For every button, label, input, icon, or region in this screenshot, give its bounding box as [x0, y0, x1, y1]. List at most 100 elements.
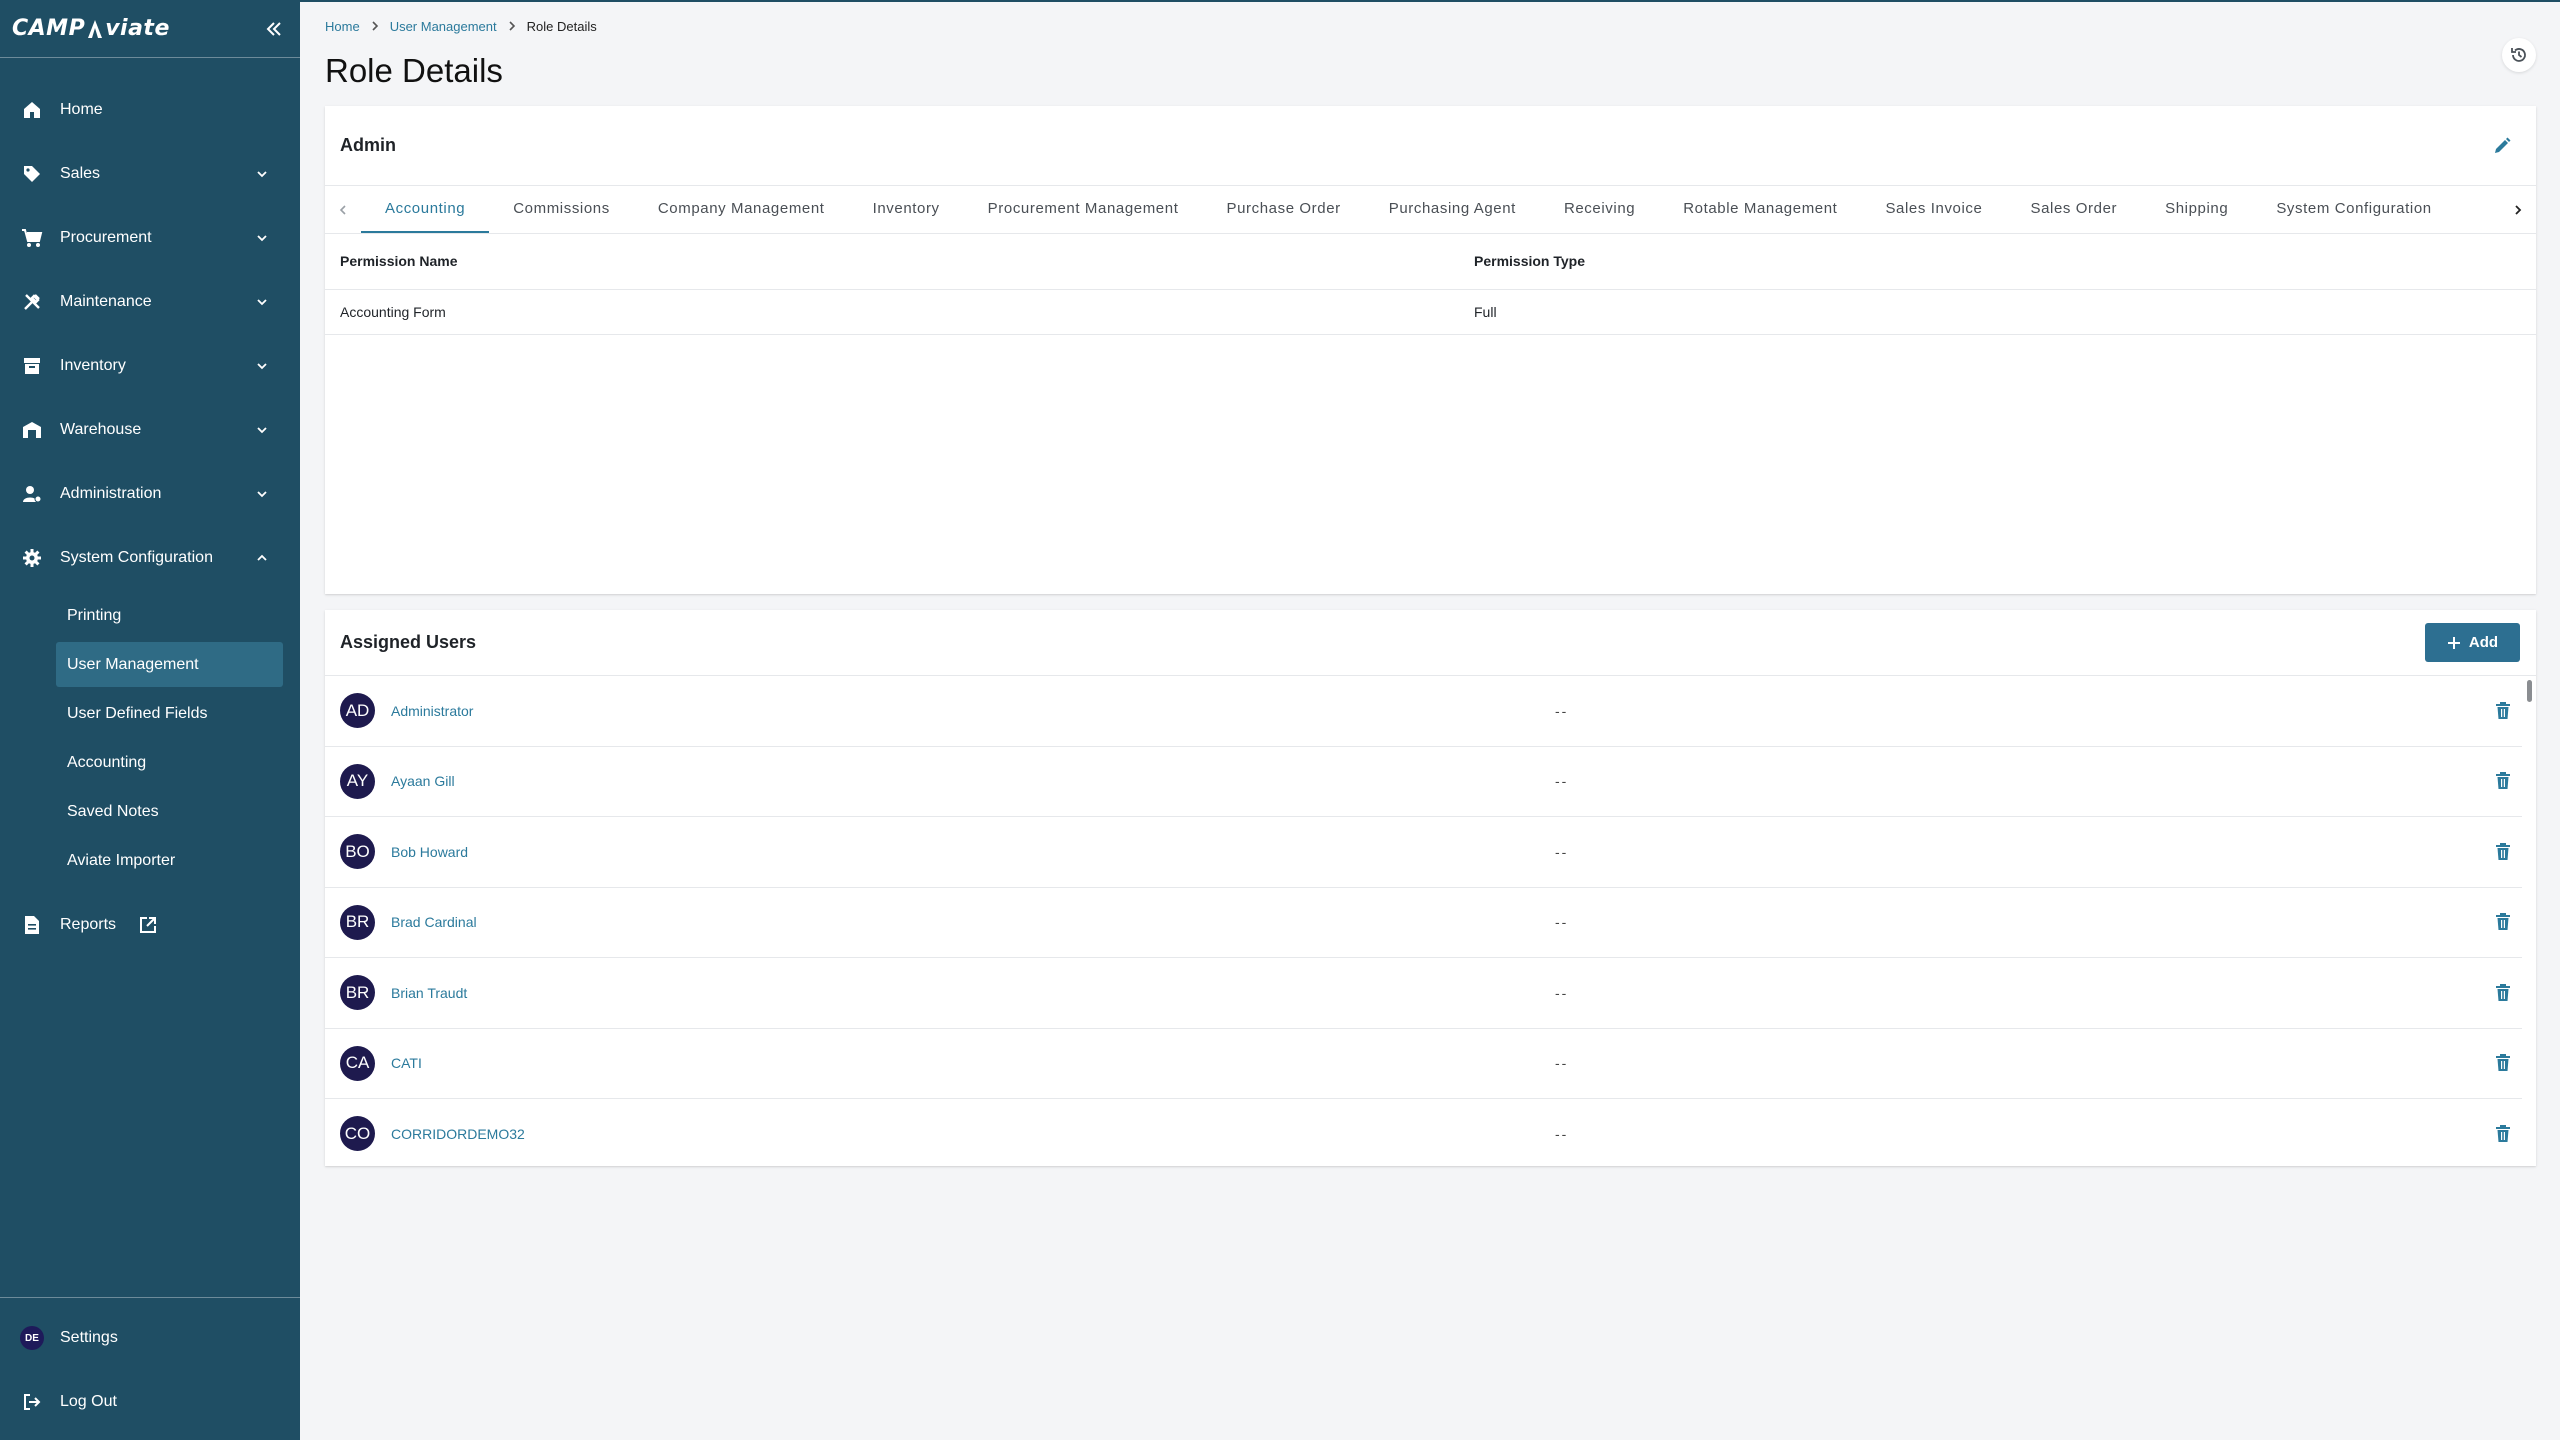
- sidebar-item-logout[interactable]: Log Out: [0, 1370, 300, 1434]
- user-name-link[interactable]: Bob Howard: [391, 844, 1555, 860]
- logo-text-right: viate: [105, 16, 170, 41]
- double-chevron-left-icon: [266, 21, 281, 36]
- tab-sales-invoice[interactable]: Sales Invoice: [1861, 186, 2006, 233]
- user-name-link[interactable]: Administrator: [391, 703, 1555, 719]
- plus-icon: [2447, 636, 2460, 649]
- tools-icon: [20, 290, 44, 314]
- user-secondary-value: --: [1555, 984, 1569, 1001]
- user-name-link[interactable]: Brian Traudt: [391, 985, 1555, 1001]
- permissions-table: Permission Name Permission Type Accounti…: [325, 234, 2536, 335]
- sidebar-footer: DE Settings Log Out: [0, 1297, 300, 1440]
- permission-name-cell: Accounting Form: [325, 289, 1459, 335]
- breadcrumb: Home User Management Role Details: [325, 18, 597, 34]
- submenu-item-printing[interactable]: Printing: [56, 593, 283, 638]
- user-secondary-value: --: [1555, 702, 1569, 719]
- tab-system-configuration[interactable]: System Configuration: [2252, 186, 2455, 233]
- sidebar-item-system-configuration[interactable]: System Configuration: [0, 526, 300, 590]
- submenu-item-accounting[interactable]: Accounting: [56, 740, 283, 785]
- user-name-link[interactable]: CORRIDORDEMO32: [391, 1126, 1555, 1142]
- user-secondary-value: --: [1555, 1055, 1569, 1072]
- sidebar-item-label: Warehouse: [60, 421, 142, 438]
- submenu-item-user-management[interactable]: User Management: [56, 642, 283, 687]
- history-button[interactable]: [2502, 38, 2536, 72]
- tab-sales-order[interactable]: Sales Order: [2006, 186, 2141, 233]
- tabs-scroll-left-button[interactable]: [325, 186, 361, 233]
- delete-user-button[interactable]: [2492, 982, 2514, 1004]
- assigned-users-header: Assigned Users Add: [325, 610, 2536, 676]
- main-content: Home User Management Role Details Role D…: [300, 0, 2560, 1440]
- breadcrumb-user-management[interactable]: User Management: [390, 19, 497, 34]
- edit-role-button[interactable]: [2488, 132, 2516, 160]
- app-logo[interactable]: CAMP viate: [12, 16, 170, 41]
- tabs-scroll-right-button[interactable]: [2500, 186, 2536, 233]
- user-name-link[interactable]: Brad Cardinal: [391, 914, 1555, 930]
- column-header-permission-name: Permission Name: [325, 234, 1459, 290]
- tabs-list: Accounting Commissions Company Managemen…: [361, 186, 2500, 233]
- sidebar-item-administration[interactable]: Administration: [0, 462, 300, 526]
- tab-receiving[interactable]: Receiving: [1540, 186, 1659, 233]
- chevron-down-icon: [254, 230, 270, 246]
- sidebar: CAMP viate Home Sales Procurement Mainte…: [0, 0, 300, 1440]
- delete-user-button[interactable]: [2492, 1123, 2514, 1145]
- chevron-down-icon: [254, 294, 270, 310]
- sidebar-item-reports[interactable]: Reports: [0, 893, 300, 957]
- submenu-item-user-defined-fields[interactable]: User Defined Fields: [56, 691, 283, 736]
- add-user-button[interactable]: Add: [2425, 623, 2520, 662]
- trash-icon: [2496, 842, 2510, 860]
- delete-user-button[interactable]: [2492, 911, 2514, 933]
- role-name: Admin: [340, 135, 396, 155]
- tag-icon: [20, 162, 44, 186]
- sidebar-item-settings[interactable]: DE Settings: [0, 1306, 300, 1370]
- tab-rotable-management[interactable]: Rotable Management: [1659, 186, 1861, 233]
- tab-accounting[interactable]: Accounting: [361, 186, 490, 233]
- delete-user-button[interactable]: [2492, 841, 2514, 863]
- delete-user-button[interactable]: [2492, 1052, 2514, 1074]
- sidebar-item-procurement[interactable]: Procurement: [0, 206, 300, 270]
- sidebar-item-home[interactable]: Home: [0, 78, 300, 142]
- sidebar-item-sales[interactable]: Sales: [0, 142, 300, 206]
- list-item: BR Brad Cardinal --: [325, 888, 2522, 958]
- submenu-item-saved-notes[interactable]: Saved Notes: [56, 789, 283, 834]
- avatar: BR: [340, 975, 375, 1011]
- user-name-link[interactable]: CATI: [391, 1055, 1555, 1071]
- chevron-up-icon: [254, 550, 270, 566]
- sidebar-item-label: Settings: [60, 1329, 118, 1346]
- users-list-scrollbar[interactable]: [2527, 680, 2532, 702]
- warehouse-icon: [20, 418, 44, 442]
- tab-shipping[interactable]: Shipping: [2141, 186, 2252, 233]
- tab-purchase-order[interactable]: Purchase Order: [1202, 186, 1364, 233]
- trash-icon: [2496, 913, 2510, 931]
- sidebar-item-warehouse[interactable]: Warehouse: [0, 398, 300, 462]
- sidebar-item-label: Home: [60, 101, 103, 118]
- tab-inventory[interactable]: Inventory: [849, 186, 964, 233]
- user-secondary-value: --: [1555, 843, 1569, 860]
- chevron-right-icon: [370, 18, 380, 34]
- breadcrumb-home[interactable]: Home: [325, 19, 360, 34]
- delete-user-button[interactable]: [2492, 770, 2514, 792]
- trash-icon: [2496, 1124, 2510, 1142]
- cart-icon: [20, 226, 44, 250]
- permission-tabs: Accounting Commissions Company Managemen…: [325, 186, 2536, 234]
- sidebar-item-inventory[interactable]: Inventory: [0, 334, 300, 398]
- home-icon: [20, 98, 44, 122]
- external-link-icon: [138, 915, 158, 935]
- delete-user-button[interactable]: [2492, 700, 2514, 722]
- tab-purchasing-agent[interactable]: Purchasing Agent: [1365, 186, 1540, 233]
- tab-commissions[interactable]: Commissions: [489, 186, 634, 233]
- collapse-sidebar-button[interactable]: [262, 17, 286, 41]
- avatar: BO: [340, 834, 375, 870]
- list-item: CA CATI --: [325, 1029, 2522, 1099]
- avatar: BR: [340, 904, 375, 940]
- sidebar-item-maintenance[interactable]: Maintenance: [0, 270, 300, 334]
- user-name-link[interactable]: Ayaan Gill: [391, 773, 1555, 789]
- page-title: Role Details: [325, 52, 503, 89]
- assigned-users-title: Assigned Users: [340, 632, 477, 652]
- submenu-item-aviate-importer[interactable]: Aviate Importer: [56, 838, 283, 883]
- tab-company-management[interactable]: Company Management: [634, 186, 849, 233]
- sidebar-item-label: Sales: [60, 165, 101, 182]
- chevron-down-icon: [254, 166, 270, 182]
- trash-icon: [2496, 701, 2510, 719]
- user-secondary-value: --: [1555, 1125, 1569, 1142]
- trash-icon: [2496, 1054, 2510, 1072]
- tab-procurement-management[interactable]: Procurement Management: [964, 186, 1203, 233]
